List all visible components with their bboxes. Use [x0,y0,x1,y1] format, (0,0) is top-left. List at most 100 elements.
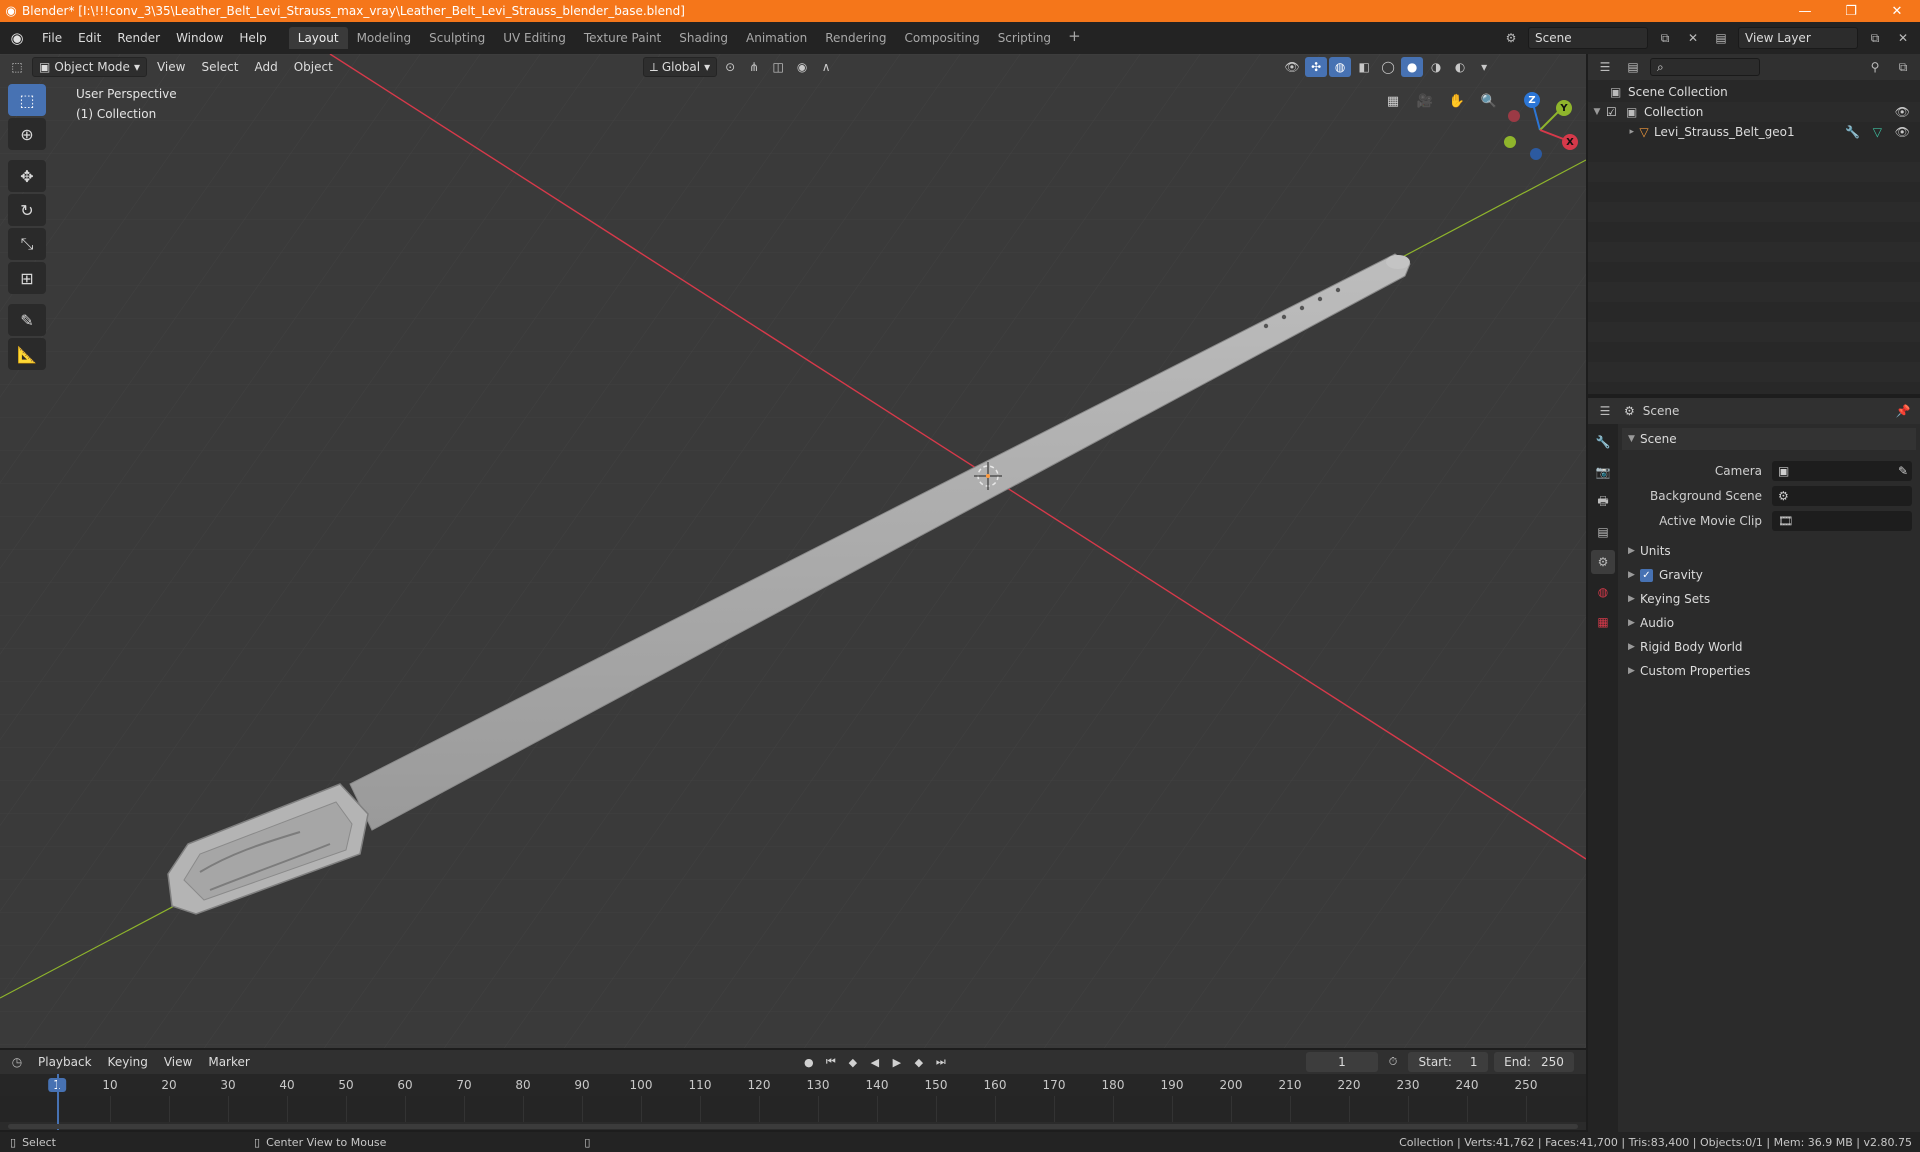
outliner-editor-icon[interactable]: ☰ [1594,56,1616,78]
gizmo-toggle-icon[interactable]: ✣ [1305,57,1328,77]
filter-icon[interactable]: ⚲ [1864,56,1886,78]
scene-icon[interactable]: ⚙ [1500,27,1522,49]
start-frame-field[interactable]: Start: 1 [1408,1052,1488,1072]
navigation-gizmo[interactable]: Z Y X [1500,90,1580,170]
display-mode-icon[interactable]: ▤ [1622,56,1644,78]
section-units[interactable]: ▶ Units [1622,539,1916,563]
gizmo-x-axis[interactable]: X [1562,134,1578,150]
view-layer-icon[interactable]: ▤ [1710,27,1732,49]
gizmo-neg-x[interactable] [1508,110,1520,122]
section-scene[interactable]: ▼ Scene [1622,428,1916,450]
scale-tool-icon[interactable]: ⤡ [8,228,46,260]
zoom-icon[interactable]: 🔍 [1476,88,1502,114]
tab-modeling[interactable]: Modeling [348,27,421,49]
tab-rendering[interactable]: Rendering [816,27,895,49]
timeline-menu-playback[interactable]: Playback [32,1052,98,1072]
section-audio[interactable]: ▶ Audio [1622,611,1916,635]
view-layer-tab-icon[interactable]: ▤ [1591,520,1615,544]
delete-scene-icon[interactable]: ✕ [1682,27,1704,49]
menu-window[interactable]: Window [168,27,231,49]
section-keying-sets[interactable]: ▶ Keying Sets [1622,587,1916,611]
tab-animation[interactable]: Animation [737,27,816,49]
snap-icon[interactable]: ⋔ [743,57,765,77]
scene-field[interactable]: Scene [1528,27,1648,49]
blender-menu-icon[interactable]: ◉ [0,29,34,47]
material-shading-icon[interactable]: ◑ [1425,57,1447,77]
tab-shading[interactable]: Shading [670,27,737,49]
viewport-menu-add[interactable]: Add [248,57,283,77]
menu-help[interactable]: Help [231,27,274,49]
gizmo-z-axis[interactable]: Z [1524,92,1540,108]
restore-button[interactable]: ❐ [1828,0,1874,22]
background-scene-field[interactable]: ⚙ [1772,485,1912,506]
cursor-tool-icon[interactable]: ⊕ [8,118,46,150]
viewport-menu-object[interactable]: Object [288,57,339,77]
movie-clip-field[interactable]: 🎞 [1772,510,1912,531]
playhead[interactable] [57,1074,59,1130]
tree-item-collection[interactable]: ▼ ☑ ▣ Collection 👁 [1588,102,1920,122]
viewport-menu-select[interactable]: Select [195,57,244,77]
tab-compositing[interactable]: Compositing [895,27,988,49]
expand-caret-icon[interactable]: ▸ [1588,127,1634,137]
world-tab-icon[interactable]: ◍ [1591,580,1615,604]
camera-field[interactable]: ▣ ✎ [1772,460,1912,481]
play-icon[interactable]: ▶ [888,1053,906,1071]
minimize-button[interactable]: — [1782,0,1828,22]
scene-tab-icon[interactable]: ⚙ [1591,550,1615,574]
overlay-toggle-icon[interactable]: ◍ [1329,57,1352,77]
measure-tool-icon[interactable]: 📐 [8,338,46,370]
eye-icon[interactable]: 👁 [1895,125,1910,139]
tab-scripting[interactable]: Scripting [989,27,1060,49]
shading-options-icon[interactable]: ▾ [1473,57,1495,77]
falloff-icon[interactable]: ∧ [815,57,837,77]
menu-edit[interactable]: Edit [70,27,109,49]
orientation-dropdown[interactable]: ⟂ Global ▾ [642,57,718,77]
next-keyframe-icon[interactable]: ◆ [910,1053,928,1071]
modifier-icon[interactable]: 🔧 [1845,125,1860,139]
prev-keyframe-icon[interactable]: ◆ [844,1053,862,1071]
viewport-scene[interactable] [0,54,1586,1048]
move-tool-icon[interactable]: ✥ [8,160,46,192]
new-view-layer-icon[interactable]: ⧉ [1864,27,1886,49]
solid-shading-icon[interactable]: ● [1401,57,1424,77]
grid-view-icon[interactable]: ▦ [1380,88,1406,114]
pan-hand-icon[interactable]: ✋ [1444,88,1470,114]
select-box-icon[interactable]: ⬚ [8,84,46,116]
current-frame-field[interactable]: 1 [1306,1052,1378,1072]
frame-ruler[interactable]: 1102030405060708090100110120130140150160… [0,1074,1586,1096]
gizmo-y-axis[interactable]: Y [1556,100,1572,116]
delete-view-layer-icon[interactable]: ✕ [1892,27,1914,49]
add-workspace-button[interactable]: + [1060,27,1089,49]
tab-layout[interactable]: Layout [288,27,348,49]
viewport-menu-view[interactable]: View [151,57,191,77]
jump-end-icon[interactable]: ⏭ [932,1053,950,1071]
snap-target-icon[interactable]: ◫ [767,57,789,77]
close-button[interactable]: ✕ [1874,0,1920,22]
menu-render[interactable]: Render [109,27,168,49]
rotate-tool-icon[interactable]: ↻ [8,194,46,226]
annotate-tool-icon[interactable]: ✎ [8,304,46,336]
play-reverse-icon[interactable]: ◀ [866,1053,884,1071]
new-scene-icon[interactable]: ⧉ [1654,27,1676,49]
camera-view-icon[interactable]: 🎥 [1412,88,1438,114]
eye-icon[interactable]: 👁 [1895,105,1910,119]
end-frame-field[interactable]: End: 250 [1494,1052,1574,1072]
view-layer-field[interactable]: View Layer [1738,27,1858,49]
stopwatch-icon[interactable]: ⏱ [1384,1053,1402,1071]
properties-editor-icon[interactable]: ☰ [1594,400,1616,422]
tab-uv-editing[interactable]: UV Editing [494,27,575,49]
xray-icon[interactable]: ◧ [1353,57,1375,77]
tree-item-scene-collection[interactable]: ▣ Scene Collection [1588,82,1920,102]
mode-dropdown[interactable]: ▣ Object Mode ▾ [32,57,147,77]
timeline-track[interactable] [0,1096,1586,1122]
editor-type-icon[interactable]: ⬚ [6,57,28,77]
outliner-search-input[interactable]: ⌕ [1650,58,1760,76]
gizmo-neg-y[interactable] [1504,136,1516,148]
mesh-data-icon[interactable]: ▽ [1873,125,1882,139]
tool-tab-icon[interactable]: 🔧 [1591,430,1615,454]
timeline-menu-keying[interactable]: Keying [102,1052,154,1072]
record-icon[interactable]: ● [800,1053,818,1071]
timeline-menu-view[interactable]: View [158,1052,198,1072]
texture-tab-icon[interactable]: ▦ [1591,610,1615,634]
visibility-icon[interactable]: 👁 [1281,57,1303,77]
